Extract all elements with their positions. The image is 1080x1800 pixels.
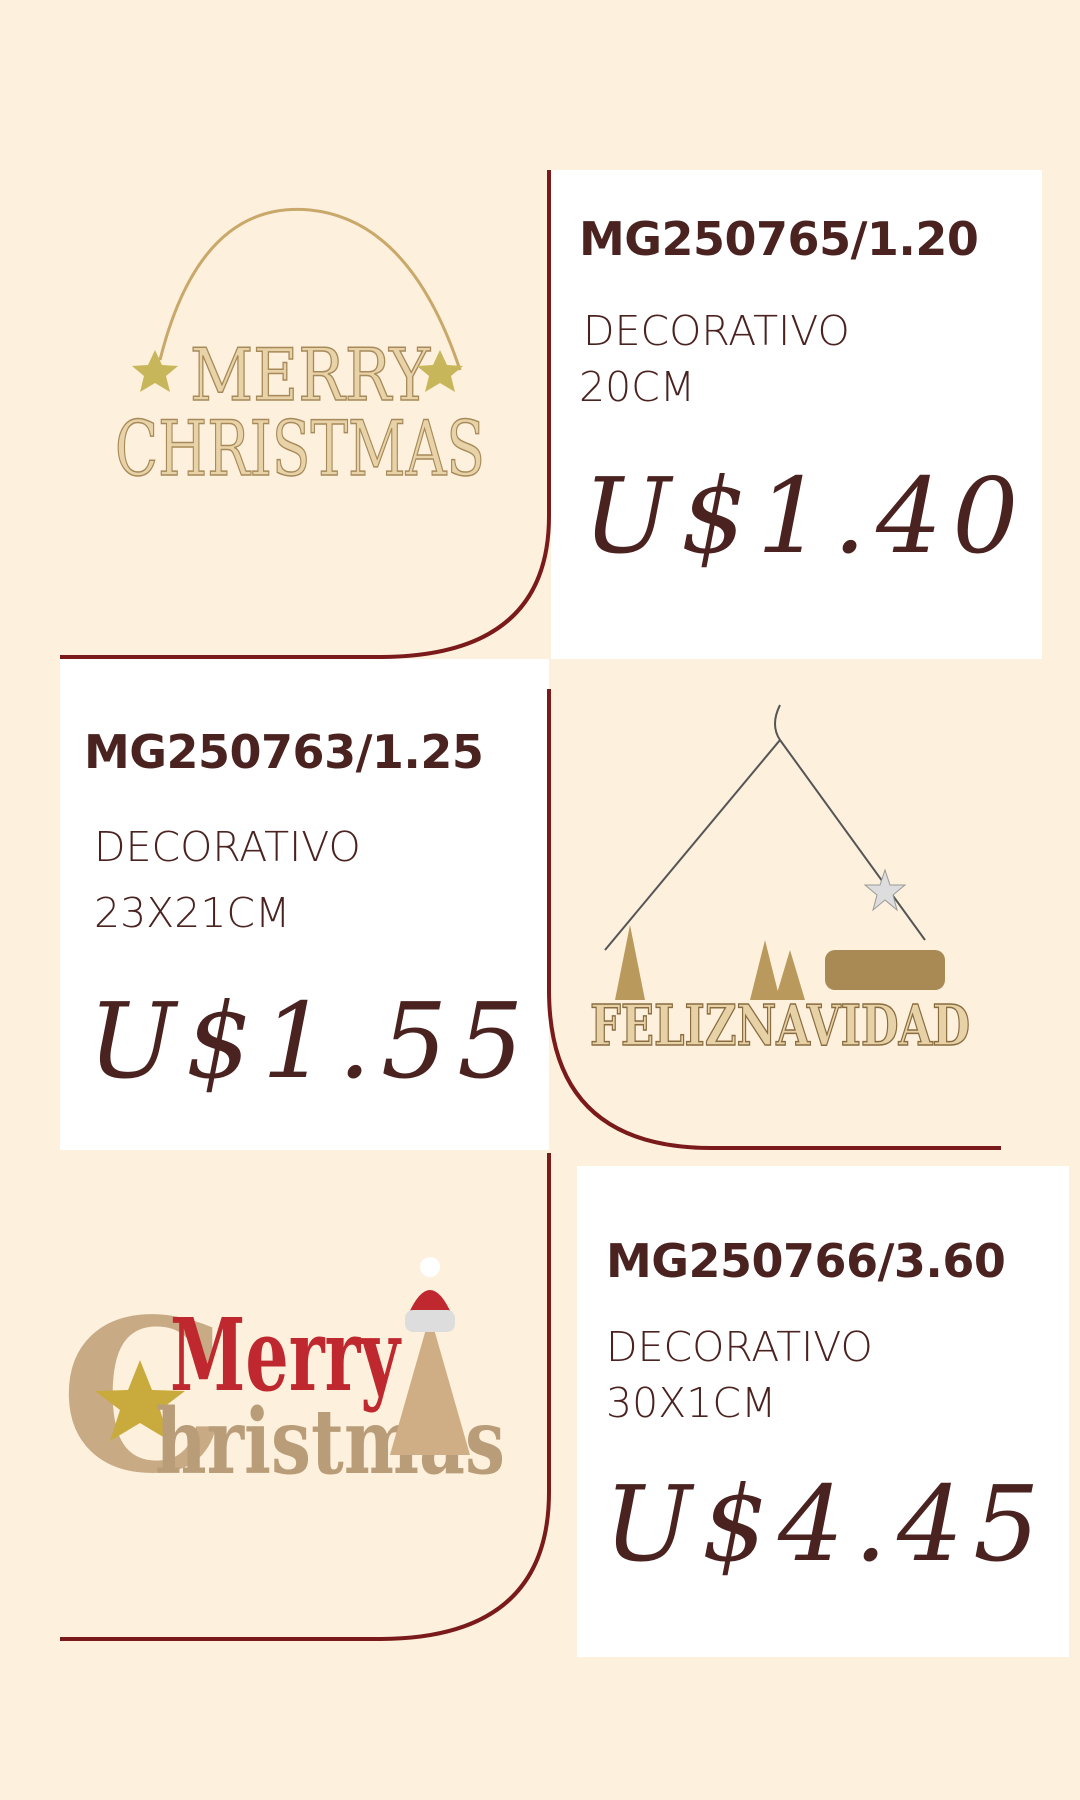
product-image-merry-christmas-sign: MERRY CHRISTMAS (114, 207, 486, 494)
product-description: DECORATIVO (94, 823, 361, 871)
product-price: U$4.45 (604, 1463, 1050, 1585)
star-icon (132, 350, 178, 392)
sign-text: FELIZNAVIDAD (590, 993, 970, 1059)
product-code: MG250763/1.25 (84, 725, 484, 779)
sign-text-bottom: CHRISTMAS (115, 404, 485, 493)
product-code: MG250766/3.60 (606, 1234, 1006, 1288)
tree-icon (615, 925, 645, 1000)
product-image-merry-christmas-blocks: C Merry hristmas (60, 1257, 505, 1485)
product-image-feliz-navidad-sign: FELIZNAVIDAD (589, 704, 971, 1060)
product-size: 20CM (579, 363, 696, 411)
product-code: MG250765/1.20 (579, 212, 979, 266)
tree-icon (390, 1315, 470, 1455)
tree-icon (750, 940, 780, 1000)
product-size: 30X1CM (606, 1379, 777, 1427)
product-price: U$1.55 (88, 980, 534, 1102)
product-description: DECORATIVO (606, 1323, 873, 1371)
product-description: DECORATIVO (583, 307, 850, 355)
product-size: 23X21CM (94, 889, 291, 937)
product-price: U$1.40 (583, 455, 1029, 577)
